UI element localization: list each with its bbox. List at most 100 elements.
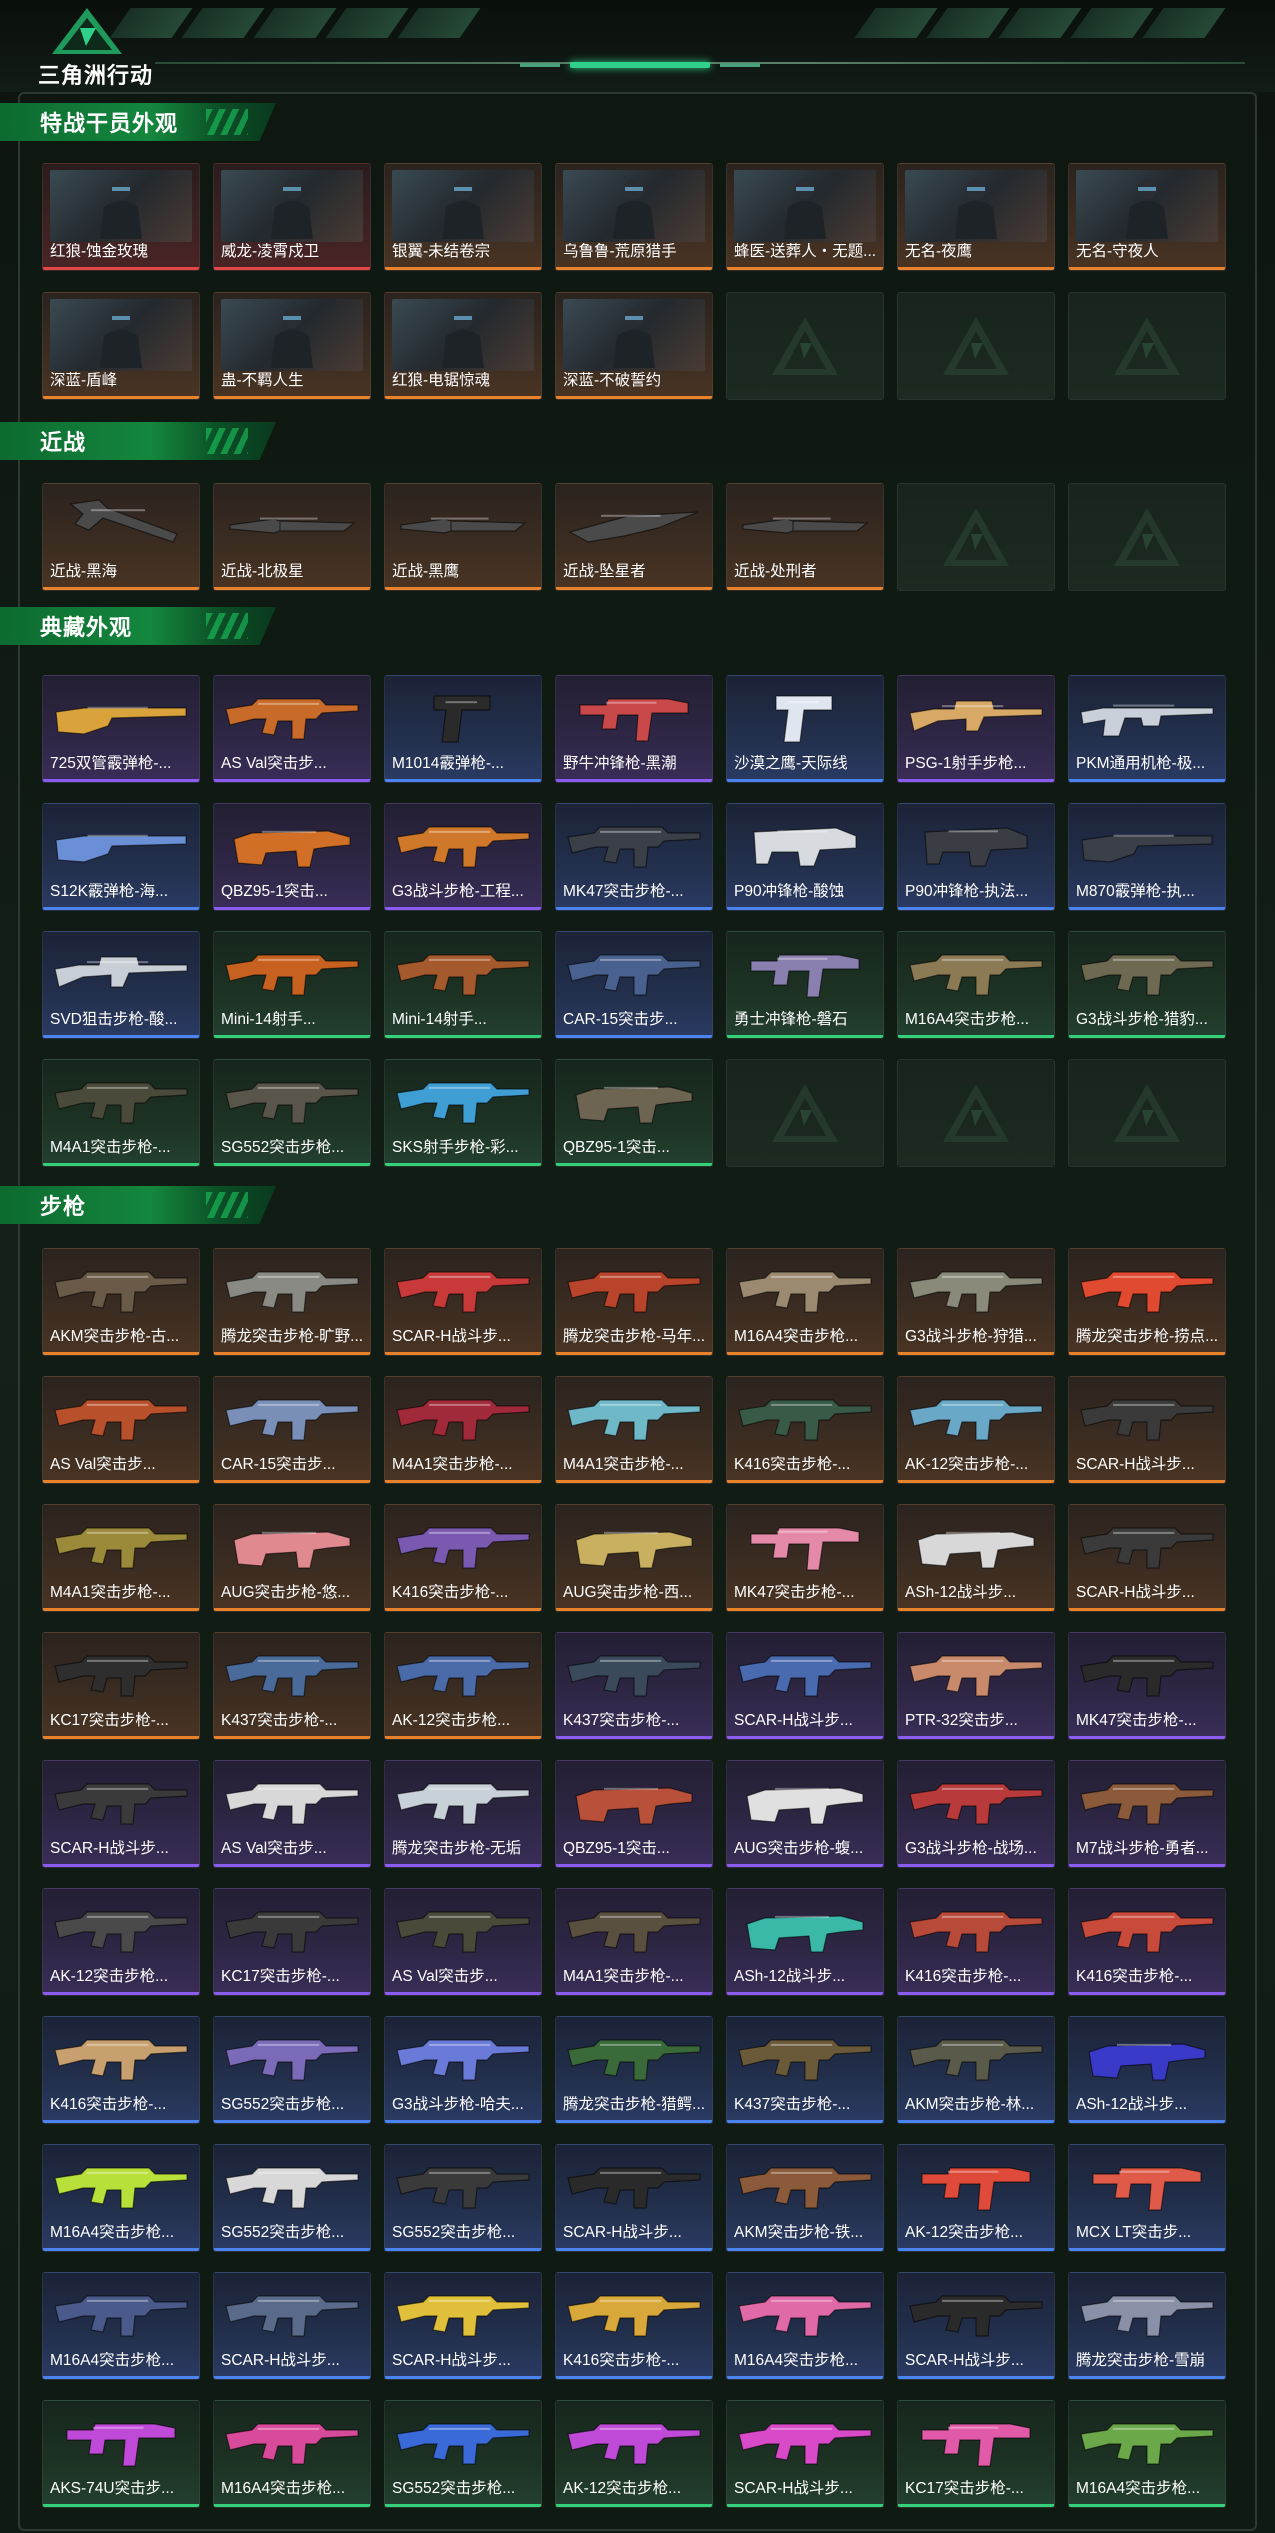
item-card[interactable]: SCAR-H战斗步... [384, 2272, 542, 2380]
item-card[interactable]: K416突击步枪-... [42, 2016, 200, 2124]
item-card[interactable]: G3战斗步枪-猎豹... [1068, 931, 1226, 1039]
item-card[interactable]: 野牛冲锋枪-黑潮 [555, 675, 713, 783]
item-card[interactable]: 腾龙突击步枪-旷野... [213, 1248, 371, 1356]
item-card[interactable]: SG552突击步枪... [213, 1059, 371, 1167]
item-card[interactable]: PSG-1射手步枪... [897, 675, 1055, 783]
item-card[interactable]: 深蓝-不破誓约 [555, 292, 713, 400]
item-card[interactable]: 深蓝-盾峰 [42, 292, 200, 400]
item-card[interactable]: CAR-15突击步... [213, 1376, 371, 1484]
item-card[interactable]: AK-12突击步枪-... [897, 1376, 1055, 1484]
item-card[interactable]: AUG突击步枪-悠... [213, 1504, 371, 1612]
item-card[interactable]: SCAR-H战斗步... [1068, 1376, 1226, 1484]
item-card[interactable]: G3战斗步枪-狩猎... [897, 1248, 1055, 1356]
item-card[interactable]: 勇士冲锋枪-磐石 [726, 931, 884, 1039]
item-card[interactable]: M4A1突击步枪-... [384, 1376, 542, 1484]
item-card[interactable]: SKS射手步枪-彩... [384, 1059, 542, 1167]
item-card[interactable]: M16A4突击步枪... [897, 931, 1055, 1039]
item-card[interactable]: AKM突击步枪-铁... [726, 2144, 884, 2252]
item-card[interactable]: AK-12突击步枪... [555, 2400, 713, 2508]
item-card[interactable]: G3战斗步枪-哈夫... [384, 2016, 542, 2124]
item-card[interactable]: K416突击步枪-... [1068, 1888, 1226, 1996]
item-card[interactable]: AS Val突击步... [213, 1760, 371, 1868]
item-card[interactable]: 近战-黑鹰 [384, 483, 542, 591]
item-card[interactable]: M16A4突击步枪... [42, 2144, 200, 2252]
item-card[interactable]: QBZ95-1突击... [213, 803, 371, 911]
item-card[interactable]: SG552突击步枪... [384, 2400, 542, 2508]
item-card[interactable]: M4A1突击步枪-... [42, 1059, 200, 1167]
item-card[interactable]: MK47突击步枪-... [726, 1504, 884, 1612]
item-card[interactable]: Mini-14射手... [384, 931, 542, 1039]
item-card[interactable]: K437突击步枪-... [726, 2016, 884, 2124]
item-card[interactable]: AUG突击步枪-蝮... [726, 1760, 884, 1868]
item-card[interactable]: M16A4突击步枪... [213, 2400, 371, 2508]
item-card[interactable]: 沙漠之鹰-天际线 [726, 675, 884, 783]
item-card[interactable]: K437突击步枪-... [555, 1632, 713, 1740]
item-card[interactable]: K416突击步枪-... [384, 1504, 542, 1612]
item-card[interactable]: KC17突击步枪-... [42, 1632, 200, 1740]
item-card[interactable]: SVD狙击步枪-酸... [42, 931, 200, 1039]
item-card[interactable]: PTR-32突击步... [897, 1632, 1055, 1740]
item-card[interactable]: 银翼-未结卷宗 [384, 163, 542, 271]
item-card[interactable]: 无名-守夜人 [1068, 163, 1226, 271]
item-card[interactable]: S12K霰弹枪-海... [42, 803, 200, 911]
item-card[interactable]: 腾龙突击步枪-无垢 [384, 1760, 542, 1868]
item-card[interactable]: P90冲锋枪-执法... [897, 803, 1055, 911]
item-card[interactable]: K416突击步枪-... [897, 1888, 1055, 1996]
item-card[interactable]: P90冲锋枪-酸蚀 [726, 803, 884, 911]
item-card[interactable]: SG552突击步枪... [384, 2144, 542, 2252]
item-card[interactable]: K416突击步枪-... [726, 1376, 884, 1484]
item-card[interactable]: 腾龙突击步枪-马年... [555, 1248, 713, 1356]
item-card[interactable]: SCAR-H战斗步... [1068, 1504, 1226, 1612]
item-card[interactable]: SCAR-H战斗步... [897, 2272, 1055, 2380]
item-card[interactable]: K416突击步枪-... [555, 2272, 713, 2380]
item-card[interactable]: QBZ95-1突击... [555, 1059, 713, 1167]
item-card[interactable]: M16A4突击步枪... [1068, 2400, 1226, 2508]
item-card[interactable]: M4A1突击步枪-... [42, 1504, 200, 1612]
item-card[interactable]: 乌鲁鲁-荒原猎手 [555, 163, 713, 271]
item-card[interactable]: 红狼-蚀金玫瑰 [42, 163, 200, 271]
item-card[interactable]: SCAR-H战斗步... [384, 1248, 542, 1356]
item-card[interactable]: AK-12突击步枪... [897, 2144, 1055, 2252]
item-card[interactable]: 蛊-不羁人生 [213, 292, 371, 400]
item-card[interactable]: M4A1突击步枪-... [555, 1888, 713, 1996]
item-card[interactable]: 蜂医-送葬人・无题... [726, 163, 884, 271]
item-card[interactable]: G3战斗步枪-战场... [897, 1760, 1055, 1868]
item-card[interactable]: SCAR-H战斗步... [726, 2400, 884, 2508]
item-card[interactable]: AS Val突击步... [213, 675, 371, 783]
item-card[interactable]: SG552突击步枪... [213, 2144, 371, 2252]
item-card[interactable]: 725双管霰弹枪-... [42, 675, 200, 783]
item-card[interactable]: M4A1突击步枪-... [555, 1376, 713, 1484]
item-card[interactable]: M16A4突击步枪... [726, 2272, 884, 2380]
item-card[interactable]: M1014霰弹枪-... [384, 675, 542, 783]
item-card[interactable]: SG552突击步枪... [213, 2016, 371, 2124]
item-card[interactable]: AKS-74U突击步... [42, 2400, 200, 2508]
item-card[interactable]: 近战-处刑者 [726, 483, 884, 591]
item-card[interactable]: 近战-黑海 [42, 483, 200, 591]
item-card[interactable]: PKM通用机枪-极... [1068, 675, 1226, 783]
item-card[interactable]: ASh-12战斗步... [1068, 2016, 1226, 2124]
item-card[interactable]: 近战-北极星 [213, 483, 371, 591]
item-card[interactable]: AS Val突击步... [42, 1376, 200, 1484]
item-card[interactable]: AKM突击步枪-林... [897, 2016, 1055, 2124]
item-card[interactable]: M870霰弹枪-执... [1068, 803, 1226, 911]
item-card[interactable]: 近战-坠星者 [555, 483, 713, 591]
item-card[interactable]: M16A4突击步枪... [726, 1248, 884, 1356]
item-card[interactable]: SCAR-H战斗步... [726, 1632, 884, 1740]
item-card[interactable]: K437突击步枪-... [213, 1632, 371, 1740]
item-card[interactable]: SCAR-H战斗步... [213, 2272, 371, 2380]
item-card[interactable]: QBZ95-1突击... [555, 1760, 713, 1868]
item-card[interactable]: AK-12突击步枪... [384, 1632, 542, 1740]
item-card[interactable]: AUG突击步枪-西... [555, 1504, 713, 1612]
item-card[interactable]: ASh-12战斗步... [897, 1504, 1055, 1612]
item-card[interactable]: SCAR-H战斗步... [555, 2144, 713, 2252]
item-card[interactable]: 红狼-电锯惊魂 [384, 292, 542, 400]
item-card[interactable]: Mini-14射手... [213, 931, 371, 1039]
item-card[interactable]: 无名-夜鹰 [897, 163, 1055, 271]
item-card[interactable]: SCAR-H战斗步... [42, 1760, 200, 1868]
item-card[interactable]: AKM突击步枪-古... [42, 1248, 200, 1356]
item-card[interactable]: AK-12突击步枪... [42, 1888, 200, 1996]
item-card[interactable]: M16A4突击步枪... [42, 2272, 200, 2380]
item-card[interactable]: KC17突击步枪-... [897, 2400, 1055, 2508]
item-card[interactable]: ASh-12战斗步... [726, 1888, 884, 1996]
item-card[interactable]: KC17突击步枪-... [213, 1888, 371, 1996]
